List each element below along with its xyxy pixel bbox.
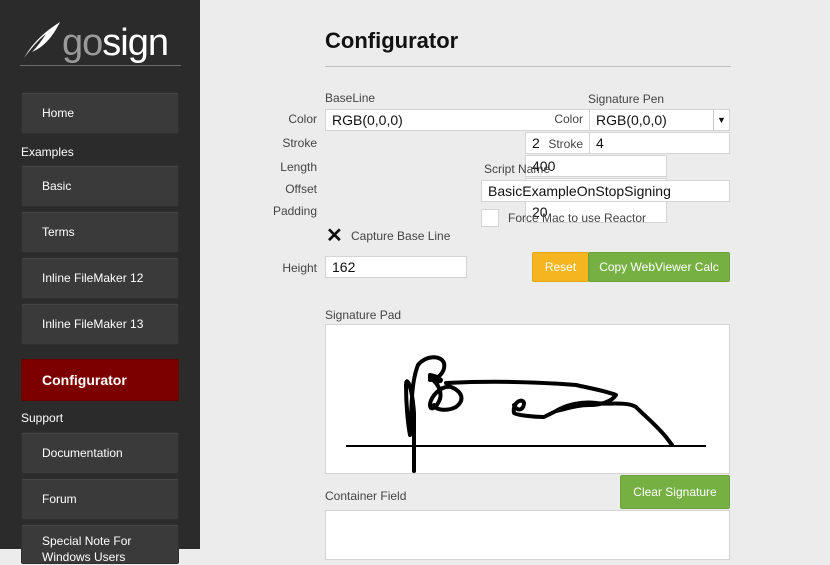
- signature-drawing: [346, 355, 706, 473]
- nav-documentation[interactable]: Documentation: [21, 432, 179, 474]
- nav-heading-support: Support: [21, 411, 64, 425]
- baseline-padding-label: Padding: [272, 204, 317, 218]
- pen-stroke-label: Stroke: [548, 137, 583, 151]
- nav-configurator[interactable]: Configurator: [21, 359, 179, 401]
- pen-color-value: RGB(0,0,0): [596, 112, 667, 128]
- copy-webviewer-calc-button[interactable]: Copy WebViewer Calc: [588, 252, 730, 282]
- baseline-heading: BaseLine: [325, 91, 376, 105]
- container-field-label: Container Field: [325, 489, 407, 503]
- nav-special-note-windows[interactable]: Special Note For Windows Users: [21, 524, 179, 564]
- pen-color-label: Color: [554, 112, 583, 126]
- capture-baseline-label: Capture Base Line: [351, 229, 451, 243]
- script-name-input[interactable]: BasicExampleOnStopSigning: [481, 180, 730, 202]
- gosign-logo[interactable]: gosign: [20, 18, 181, 66]
- title-divider: [325, 66, 731, 67]
- logo-sign-text: sign: [102, 22, 169, 64]
- baseline-color-label: Color: [288, 112, 317, 126]
- pen-heading: Signature Pen: [588, 92, 665, 106]
- container-field: [325, 510, 730, 560]
- baseline-color-value: RGB(0,0,0): [332, 112, 403, 128]
- nav-terms[interactable]: Terms: [21, 211, 179, 253]
- reset-button[interactable]: Reset: [532, 252, 589, 282]
- height-input[interactable]: 162: [325, 256, 467, 278]
- nav-inline-filemaker-13[interactable]: Inline FileMaker 13: [21, 303, 179, 345]
- nav-inline-filemaker-12[interactable]: Inline FileMaker 12: [21, 257, 179, 299]
- sidebar: gosign Home Examples Basic Terms Inline …: [0, 0, 200, 564]
- pen-stroke-input[interactable]: 4: [589, 132, 730, 154]
- chevron-down-icon: ▼: [713, 110, 729, 130]
- feather-icon: [24, 22, 60, 58]
- page-title: Configurator: [325, 28, 459, 53]
- clear-signature-button[interactable]: Clear Signature: [620, 475, 730, 509]
- force-mac-label: Force Mac to use Reactor: [508, 211, 647, 225]
- baseline-offset-label: Offset: [285, 182, 317, 196]
- signature-stroke: [404, 355, 674, 473]
- main-content: Configurator BaseLine Color RGB(0,0,0) ▼…: [200, 0, 830, 560]
- signature-pad[interactable]: [325, 324, 730, 474]
- nav-basic[interactable]: Basic: [21, 165, 179, 207]
- nav-home[interactable]: Home: [21, 92, 179, 134]
- height-label: Height: [282, 261, 317, 275]
- logo-go-text: go: [62, 22, 103, 64]
- baseline-stroke-label: Stroke: [282, 136, 317, 150]
- nav-heading-examples: Examples: [21, 145, 74, 159]
- capture-baseline-checkbox[interactable]: ✕: [326, 226, 343, 246]
- pen-color-select[interactable]: RGB(0,0,0) ▼: [589, 109, 730, 131]
- nav-forum[interactable]: Forum: [21, 478, 179, 520]
- signature-pad-label: Signature Pad: [325, 308, 402, 322]
- baseline-length-label: Length: [280, 160, 317, 174]
- script-name-label: Script Name: [484, 162, 551, 176]
- force-mac-checkbox[interactable]: [481, 209, 499, 227]
